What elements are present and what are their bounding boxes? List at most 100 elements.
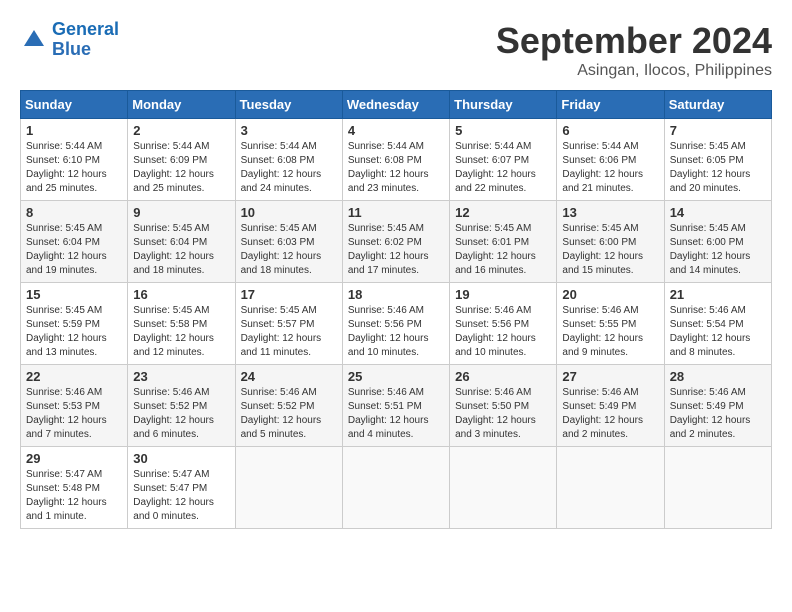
day-number: 13	[562, 205, 658, 220]
calendar-week-row: 29 Sunrise: 5:47 AM Sunset: 5:48 PM Dayl…	[21, 447, 772, 529]
calendar-table: Sunday Monday Tuesday Wednesday Thursday…	[20, 90, 772, 529]
day-info: Sunrise: 5:46 AM Sunset: 5:56 PM Dayligh…	[455, 304, 551, 360]
table-row	[235, 447, 342, 529]
day-number: 26	[455, 369, 551, 384]
table-row: 12 Sunrise: 5:45 AM Sunset: 6:01 PM Dayl…	[450, 201, 557, 283]
day-info: Sunrise: 5:46 AM Sunset: 5:50 PM Dayligh…	[455, 386, 551, 442]
day-info: Sunrise: 5:44 AM Sunset: 6:09 PM Dayligh…	[133, 140, 229, 196]
location-subtitle: Asingan, Ilocos, Philippines	[496, 62, 772, 80]
day-info: Sunrise: 5:44 AM Sunset: 6:06 PM Dayligh…	[562, 140, 658, 196]
table-row: 21 Sunrise: 5:46 AM Sunset: 5:54 PM Dayl…	[664, 283, 771, 365]
day-number: 10	[241, 205, 337, 220]
col-sunday: Sunday	[21, 91, 128, 119]
day-number: 22	[26, 369, 122, 384]
table-row	[557, 447, 664, 529]
day-info: Sunrise: 5:45 AM Sunset: 6:00 PM Dayligh…	[670, 222, 766, 278]
logo-icon	[20, 26, 48, 54]
table-row: 25 Sunrise: 5:46 AM Sunset: 5:51 PM Dayl…	[342, 365, 449, 447]
table-row: 8 Sunrise: 5:45 AM Sunset: 6:04 PM Dayli…	[21, 201, 128, 283]
table-row: 23 Sunrise: 5:46 AM Sunset: 5:52 PM Dayl…	[128, 365, 235, 447]
day-number: 14	[670, 205, 766, 220]
table-row: 10 Sunrise: 5:45 AM Sunset: 6:03 PM Dayl…	[235, 201, 342, 283]
table-row	[342, 447, 449, 529]
day-info: Sunrise: 5:46 AM Sunset: 5:53 PM Dayligh…	[26, 386, 122, 442]
day-number: 11	[348, 205, 444, 220]
day-number: 18	[348, 287, 444, 302]
day-number: 21	[670, 287, 766, 302]
calendar-header-row: Sunday Monday Tuesday Wednesday Thursday…	[21, 91, 772, 119]
calendar-week-row: 22 Sunrise: 5:46 AM Sunset: 5:53 PM Dayl…	[21, 365, 772, 447]
col-friday: Friday	[557, 91, 664, 119]
table-row: 15 Sunrise: 5:45 AM Sunset: 5:59 PM Dayl…	[21, 283, 128, 365]
table-row: 3 Sunrise: 5:44 AM Sunset: 6:08 PM Dayli…	[235, 119, 342, 201]
day-number: 9	[133, 205, 229, 220]
day-number: 30	[133, 451, 229, 466]
table-row: 29 Sunrise: 5:47 AM Sunset: 5:48 PM Dayl…	[21, 447, 128, 529]
table-row: 1 Sunrise: 5:44 AM Sunset: 6:10 PM Dayli…	[21, 119, 128, 201]
day-info: Sunrise: 5:46 AM Sunset: 5:49 PM Dayligh…	[670, 386, 766, 442]
day-number: 15	[26, 287, 122, 302]
day-number: 6	[562, 123, 658, 138]
day-info: Sunrise: 5:45 AM Sunset: 6:01 PM Dayligh…	[455, 222, 551, 278]
table-row: 20 Sunrise: 5:46 AM Sunset: 5:55 PM Dayl…	[557, 283, 664, 365]
day-info: Sunrise: 5:45 AM Sunset: 6:00 PM Dayligh…	[562, 222, 658, 278]
col-tuesday: Tuesday	[235, 91, 342, 119]
table-row: 13 Sunrise: 5:45 AM Sunset: 6:00 PM Dayl…	[557, 201, 664, 283]
table-row	[664, 447, 771, 529]
day-info: Sunrise: 5:45 AM Sunset: 5:59 PM Dayligh…	[26, 304, 122, 360]
day-info: Sunrise: 5:46 AM Sunset: 5:56 PM Dayligh…	[348, 304, 444, 360]
day-number: 24	[241, 369, 337, 384]
day-info: Sunrise: 5:44 AM Sunset: 6:08 PM Dayligh…	[348, 140, 444, 196]
day-info: Sunrise: 5:45 AM Sunset: 6:05 PM Dayligh…	[670, 140, 766, 196]
calendar-week-row: 8 Sunrise: 5:45 AM Sunset: 6:04 PM Dayli…	[21, 201, 772, 283]
col-wednesday: Wednesday	[342, 91, 449, 119]
table-row: 28 Sunrise: 5:46 AM Sunset: 5:49 PM Dayl…	[664, 365, 771, 447]
day-number: 4	[348, 123, 444, 138]
table-row: 27 Sunrise: 5:46 AM Sunset: 5:49 PM Dayl…	[557, 365, 664, 447]
col-thursday: Thursday	[450, 91, 557, 119]
table-row: 24 Sunrise: 5:46 AM Sunset: 5:52 PM Dayl…	[235, 365, 342, 447]
logo: General Blue	[20, 20, 119, 60]
day-info: Sunrise: 5:46 AM Sunset: 5:52 PM Dayligh…	[241, 386, 337, 442]
table-row: 17 Sunrise: 5:45 AM Sunset: 5:57 PM Dayl…	[235, 283, 342, 365]
day-number: 19	[455, 287, 551, 302]
day-info: Sunrise: 5:44 AM Sunset: 6:08 PM Dayligh…	[241, 140, 337, 196]
table-row: 9 Sunrise: 5:45 AM Sunset: 6:04 PM Dayli…	[128, 201, 235, 283]
table-row: 18 Sunrise: 5:46 AM Sunset: 5:56 PM Dayl…	[342, 283, 449, 365]
day-number: 12	[455, 205, 551, 220]
day-info: Sunrise: 5:45 AM Sunset: 6:03 PM Dayligh…	[241, 222, 337, 278]
col-monday: Monday	[128, 91, 235, 119]
page-header: General Blue September 2024 Asingan, Ilo…	[20, 20, 772, 80]
day-info: Sunrise: 5:45 AM Sunset: 6:02 PM Dayligh…	[348, 222, 444, 278]
day-info: Sunrise: 5:44 AM Sunset: 6:07 PM Dayligh…	[455, 140, 551, 196]
table-row: 5 Sunrise: 5:44 AM Sunset: 6:07 PM Dayli…	[450, 119, 557, 201]
day-info: Sunrise: 5:46 AM Sunset: 5:51 PM Dayligh…	[348, 386, 444, 442]
day-info: Sunrise: 5:45 AM Sunset: 5:58 PM Dayligh…	[133, 304, 229, 360]
day-info: Sunrise: 5:47 AM Sunset: 5:48 PM Dayligh…	[26, 468, 122, 524]
table-row: 11 Sunrise: 5:45 AM Sunset: 6:02 PM Dayl…	[342, 201, 449, 283]
day-info: Sunrise: 5:47 AM Sunset: 5:47 PM Dayligh…	[133, 468, 229, 524]
day-number: 27	[562, 369, 658, 384]
table-row: 30 Sunrise: 5:47 AM Sunset: 5:47 PM Dayl…	[128, 447, 235, 529]
day-number: 2	[133, 123, 229, 138]
day-info: Sunrise: 5:45 AM Sunset: 6:04 PM Dayligh…	[26, 222, 122, 278]
day-number: 17	[241, 287, 337, 302]
day-number: 29	[26, 451, 122, 466]
calendar-week-row: 15 Sunrise: 5:45 AM Sunset: 5:59 PM Dayl…	[21, 283, 772, 365]
table-row: 2 Sunrise: 5:44 AM Sunset: 6:09 PM Dayli…	[128, 119, 235, 201]
day-number: 16	[133, 287, 229, 302]
day-info: Sunrise: 5:46 AM Sunset: 5:54 PM Dayligh…	[670, 304, 766, 360]
col-saturday: Saturday	[664, 91, 771, 119]
day-info: Sunrise: 5:44 AM Sunset: 6:10 PM Dayligh…	[26, 140, 122, 196]
day-number: 20	[562, 287, 658, 302]
table-row: 7 Sunrise: 5:45 AM Sunset: 6:05 PM Dayli…	[664, 119, 771, 201]
day-number: 3	[241, 123, 337, 138]
day-number: 8	[26, 205, 122, 220]
table-row: 19 Sunrise: 5:46 AM Sunset: 5:56 PM Dayl…	[450, 283, 557, 365]
table-row: 6 Sunrise: 5:44 AM Sunset: 6:06 PM Dayli…	[557, 119, 664, 201]
day-info: Sunrise: 5:46 AM Sunset: 5:52 PM Dayligh…	[133, 386, 229, 442]
day-number: 7	[670, 123, 766, 138]
day-info: Sunrise: 5:45 AM Sunset: 5:57 PM Dayligh…	[241, 304, 337, 360]
day-info: Sunrise: 5:45 AM Sunset: 6:04 PM Dayligh…	[133, 222, 229, 278]
logo-text: General Blue	[52, 20, 119, 60]
